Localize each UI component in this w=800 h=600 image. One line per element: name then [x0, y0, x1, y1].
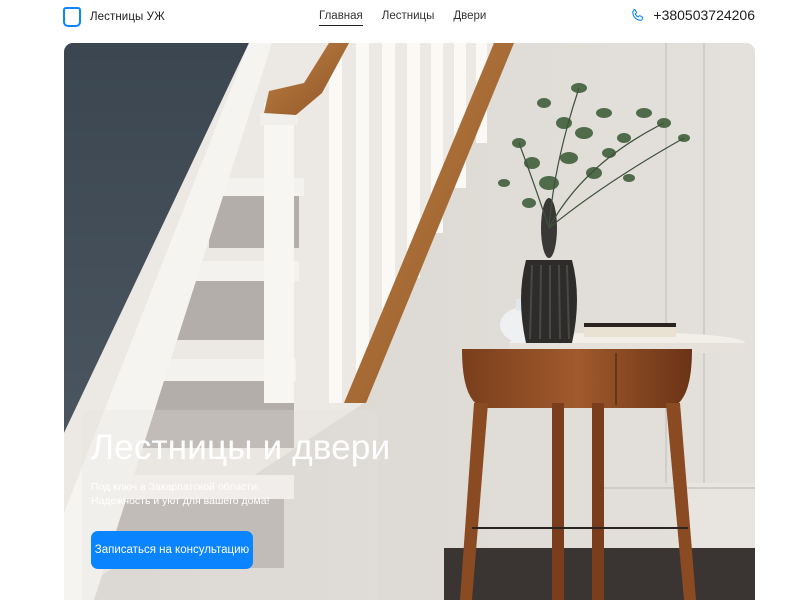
hero-subtitle: Под ключ в Закарпатской области. Надежно… [91, 480, 311, 508]
phone-number: +380503724206 [653, 7, 755, 23]
logo-text: Лестницы УЖ [90, 11, 165, 23]
logo-link[interactable]: Лестницы УЖ [63, 7, 165, 27]
consultation-button[interactable]: Записаться на консультацию [91, 531, 253, 569]
phone-link[interactable]: +380503724206 [630, 7, 755, 23]
hero-subtitle-line2: Надежность и уют для вашего дома! [91, 495, 270, 507]
phone-icon [632, 8, 644, 21]
logo-square-icon [63, 7, 81, 27]
nav-item-home[interactable]: Главная [319, 10, 363, 26]
main-nav: Главная Лестницы Двери [319, 10, 486, 26]
nav-item-doors[interactable]: Двери [453, 10, 486, 26]
hero-subtitle-line1: Под ключ в Закарпатской области. [91, 481, 261, 493]
nav-item-stairs[interactable]: Лестницы [382, 10, 435, 26]
hero-title: Лестницы и двери [91, 428, 391, 467]
hero-section: Лестницы и двери Под ключ в Закарпатской… [64, 43, 755, 600]
site-header: Лестницы УЖ Главная Лестницы Двери +3805… [0, 0, 800, 36]
